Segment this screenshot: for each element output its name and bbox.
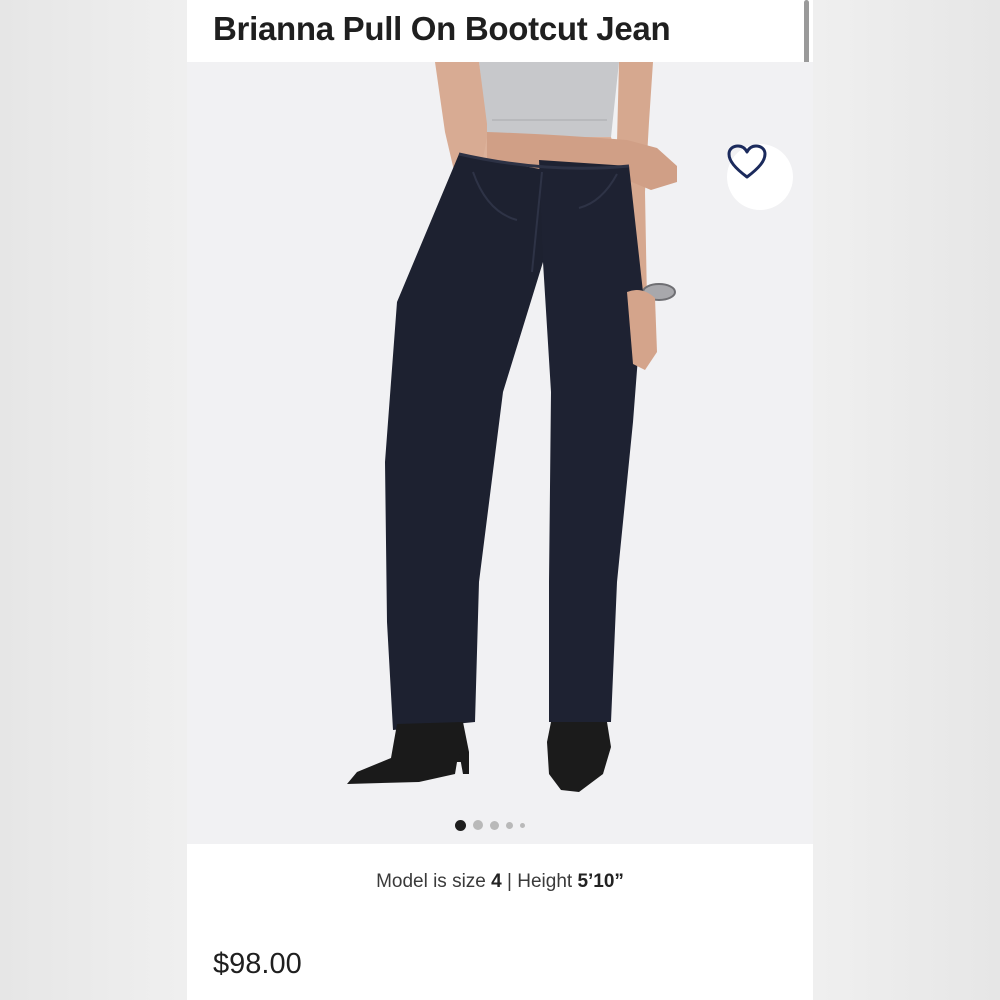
model-height-label: Height xyxy=(517,871,573,892)
product-title: Brianna Pull On Bootcut Jean xyxy=(213,10,671,47)
model-size-label: Model is size xyxy=(376,871,486,892)
carousel-dot-2[interactable] xyxy=(473,820,483,830)
model-height-value: 5’10” xyxy=(577,871,624,892)
model-info: Model is size 4 | Height 5’10” xyxy=(187,871,813,893)
model-photo xyxy=(347,62,677,792)
carousel-pagination xyxy=(455,818,525,832)
product-price: $98.00 xyxy=(213,948,302,980)
favorite-button[interactable] xyxy=(727,144,793,210)
right-boot xyxy=(547,722,611,792)
knit-top xyxy=(479,62,619,137)
jeans-right-leg xyxy=(539,160,643,722)
model-size-value: 4 xyxy=(491,871,502,892)
left-boot xyxy=(347,722,469,784)
carousel-dot-5[interactable] xyxy=(520,822,525,828)
carousel-dot-3[interactable] xyxy=(490,820,499,830)
heart-icon xyxy=(727,144,767,179)
model-info-separator: | xyxy=(507,871,512,892)
jeans-left-leg xyxy=(385,154,545,730)
product-page: Brianna Pull On Bootcut Jean Model is si… xyxy=(187,0,813,1000)
title-bar: Brianna Pull On Bootcut Jean xyxy=(187,0,813,62)
product-image[interactable] xyxy=(187,62,813,844)
carousel-dot-4[interactable] xyxy=(506,821,513,829)
carousel-dot-1[interactable] xyxy=(455,819,466,831)
